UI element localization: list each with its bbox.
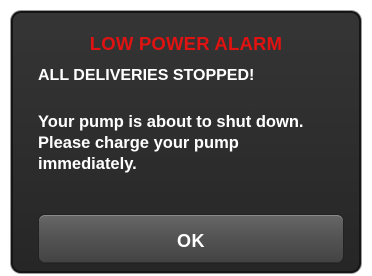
pump-device-frame: LOW POWER ALARM ALL DELIVERIES STOPPED! … [0, 0, 372, 276]
alarm-screen: LOW POWER ALARM ALL DELIVERIES STOPPED! … [11, 11, 361, 273]
alarm-headline: ALL DELIVERIES STOPPED! [38, 67, 255, 84]
alarm-title: LOW POWER ALARM [89, 33, 283, 54]
alarm-message-line: immediately. [38, 155, 137, 173]
ok-button-label: OK [177, 230, 205, 251]
alarm-message-line: Your pump is about to shut down. [38, 113, 304, 131]
alarm-message-line: Please charge your pump [38, 134, 239, 152]
ok-button[interactable]: OK [39, 215, 343, 263]
alarm-message: Your pump is about to shut down. Please … [38, 112, 348, 175]
